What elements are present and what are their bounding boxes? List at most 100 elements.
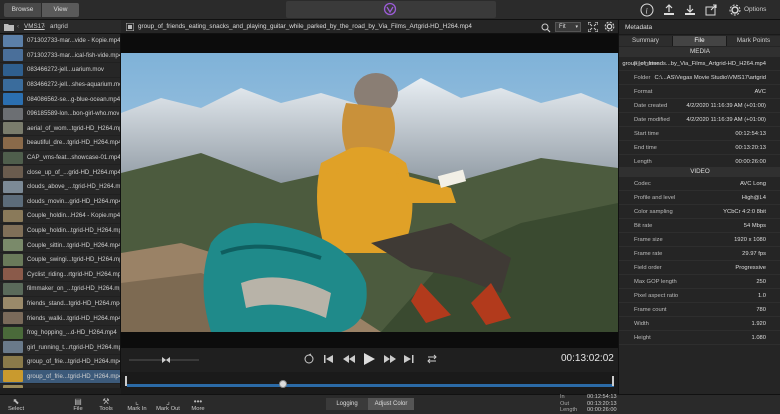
file-list-item[interactable]: frog_hopping_...d-HD_H264.mp4 (0, 326, 120, 341)
metadata-value: AVC Long (740, 181, 766, 187)
file-list-item[interactable]: friends_stand...tgrid-HD_H264.mp4 (0, 297, 120, 312)
file-thumbnail (3, 93, 23, 106)
metadata-row: Date created 4/2/2020 11:16:39 AM (+01:00… (619, 99, 780, 113)
file-list-item[interactable]: 071302733-mar...ical-fish-vide.mp4 (0, 49, 120, 64)
download-icon[interactable] (683, 3, 697, 17)
file-name: friends_stand...tgrid-HD_H264.mp4 (27, 299, 120, 307)
repeat-icon[interactable] (426, 353, 438, 367)
metadata-key: Format (634, 89, 653, 95)
file-list-item[interactable]: clouds_movin...grid-HD_H264.mp4 (0, 195, 120, 210)
metadata-tab[interactable]: File (673, 36, 727, 46)
metadata-value: 29.97 fps (742, 251, 766, 257)
tools-wrench-icon: ⚒ (102, 397, 110, 406)
adjust-color-tab[interactable]: Adjust Color (368, 398, 414, 410)
file-list-item[interactable]: 071302733-mar...vide - Kopie.mp4 (0, 34, 120, 49)
select-cursor-icon: ⬉ (12, 397, 20, 406)
file-list-item[interactable]: filmmaker_on_...tgrid-HD_H264.mp4 (0, 282, 120, 297)
jog-slider[interactable] (129, 357, 199, 363)
video-frame-image (121, 53, 618, 332)
metadata-value: group_of_friends...by_Via_Films_Artgrid-… (622, 61, 766, 67)
tools-menu[interactable]: ⚒ Tools (96, 397, 116, 412)
play-icon[interactable] (363, 353, 375, 367)
file-thumbnail (3, 370, 23, 383)
mark-out-handle[interactable] (612, 376, 614, 386)
metadata-tab[interactable]: Mark Points (727, 36, 780, 46)
file-list-item[interactable]: beautiful_dre...tgrid-HD_H264.mp4 (0, 136, 120, 151)
mark-in-handle[interactable] (125, 376, 127, 386)
file-thumbnail (3, 239, 23, 252)
file-thumbnail (3, 180, 23, 193)
file-list-item[interactable]: 096185589-lon...bon-girl-who.mov (0, 107, 120, 122)
file-name: group_of_frie...tgrid-HD_H264.mp4 (27, 372, 120, 380)
file-list-item[interactable]: girl_running_t...rtgrid-HD_H264.mp4 (0, 340, 120, 356)
folder-icon[interactable] (4, 23, 14, 33)
viewer-settings-gear-icon[interactable] (604, 21, 615, 34)
more-menu[interactable]: ••• More (188, 397, 208, 412)
file-label: File (73, 406, 83, 412)
file-list-item[interactable]: clouds_above_...tgrid-HD_H264.mp4 (0, 180, 120, 195)
logging-tab[interactable]: Logging (326, 398, 368, 410)
video-frame (121, 53, 618, 332)
info-icon[interactable]: i (640, 3, 654, 17)
file-list-item[interactable]: friends_walki...tgrid-HD_H264.mp4 (0, 311, 120, 326)
file-list-item[interactable]: 084086562-se...g-blue-ocean.mp4 (0, 92, 120, 107)
scrub-bar[interactable] (121, 372, 618, 394)
file-list-item[interactable]: group_of_frie...tgrid-HD_H264.mp4 (0, 369, 120, 385)
upload-icon[interactable] (662, 3, 676, 17)
share-icon[interactable] (704, 3, 718, 17)
file-list-item[interactable]: Couple_sittin...tgrid-HD_H264.mp4 (0, 238, 120, 253)
metadata-row: Width 1.920 (619, 317, 780, 331)
file-list-item[interactable]: CAP_vms-feat...showcase-01.mp4 (0, 151, 120, 166)
scrub-track[interactable] (127, 384, 614, 387)
file-list-item[interactable]: Couple_holdin...tgrid-HD_H264.mp4 (0, 224, 120, 239)
previous-frame-icon[interactable] (343, 354, 355, 366)
file-name: Couple_holdin...tgrid-HD_H264.mp4 (27, 227, 120, 235)
go-to-end-icon[interactable] (404, 354, 414, 366)
bottom-toolbar: ⬉ Select ▤ File ⚒ Tools ⌞ Mark In ⌟ Mark… (0, 394, 780, 414)
next-frame-icon[interactable] (384, 354, 396, 366)
file-name: Cyclist_riding...rtgrid-HD_H264.mp4 (27, 270, 120, 278)
file-thumbnail (3, 63, 23, 76)
fullscreen-icon[interactable] (587, 21, 599, 34)
metadata-value: 1.080 (751, 335, 766, 341)
mark-out-icon: ⌟ (166, 397, 170, 406)
breadcrumb-root[interactable]: VMS17 (24, 23, 45, 30)
mark-out-button[interactable]: ⌟ Mark Out (155, 397, 181, 412)
playhead-knob[interactable] (278, 380, 287, 388)
more-label: More (191, 406, 205, 412)
file-thumbnail (3, 297, 23, 310)
file-thumbnail (3, 49, 23, 62)
metadata-tab[interactable]: Summary (619, 36, 673, 46)
file-list-item[interactable]: close_up_of_...grid-HD_H264.mp4 (0, 165, 120, 180)
timing-info: In 00:12:54:13 Out 00:13:20:13 Length 00:00… (560, 394, 617, 414)
file-list-item[interactable]: group_of_frie...tgrid-HD_H264.mp4 (0, 355, 120, 370)
mark-in-button[interactable]: ⌞ Mark In (126, 397, 148, 412)
file-list-item[interactable]: Cyclist_riding...rtgrid-HD_H264.mp4 (0, 268, 120, 283)
zoom-fit-select[interactable]: Fit ▾ (555, 22, 581, 32)
go-to-start-icon[interactable] (324, 354, 334, 366)
loop-icon[interactable] (303, 353, 315, 367)
breadcrumb-current[interactable]: artgrid (50, 23, 68, 30)
file-thumbnail (3, 355, 23, 368)
file-list-item[interactable]: group_of_frie...tgrid-HD_H264.mp4 (0, 384, 120, 388)
transport-controls (121, 348, 618, 372)
back-arrow-icon[interactable]: ‹ (17, 23, 19, 30)
metadata-key: End time (634, 145, 657, 151)
file-list-item[interactable]: Couple_swingi...tgrid-HD_H264.mp4 (0, 253, 120, 268)
file-list-item[interactable]: 083466272-jell...uarium.mov (0, 63, 120, 78)
metadata-key: Bit rate (634, 223, 653, 229)
file-list[interactable]: 071302733-mar...vide - Kopie.mp4 07130273… (0, 34, 121, 388)
file-list-item[interactable]: aerial_of_wom...tgrid-HD_H264.mp4 (0, 122, 120, 137)
metadata-key: Field order (634, 265, 662, 271)
select-tool[interactable]: ⬉ Select (6, 397, 26, 412)
file-list-item[interactable]: Couple_holdin...H264 - Kopie.mp4 (0, 209, 120, 224)
file-thumbnail (3, 341, 23, 354)
file-list-item[interactable]: 083466272-jell...shes-aquarium.mov (0, 78, 120, 93)
options-gear-icon[interactable] (728, 3, 742, 17)
file-thumbnail (3, 312, 23, 325)
view-button[interactable]: View (42, 3, 79, 17)
breadcrumb-separator-icon: › (43, 23, 46, 30)
browse-button[interactable]: Browse (4, 3, 41, 17)
options-menu[interactable]: Options (744, 3, 766, 17)
file-menu[interactable]: ▤ File (68, 397, 88, 412)
